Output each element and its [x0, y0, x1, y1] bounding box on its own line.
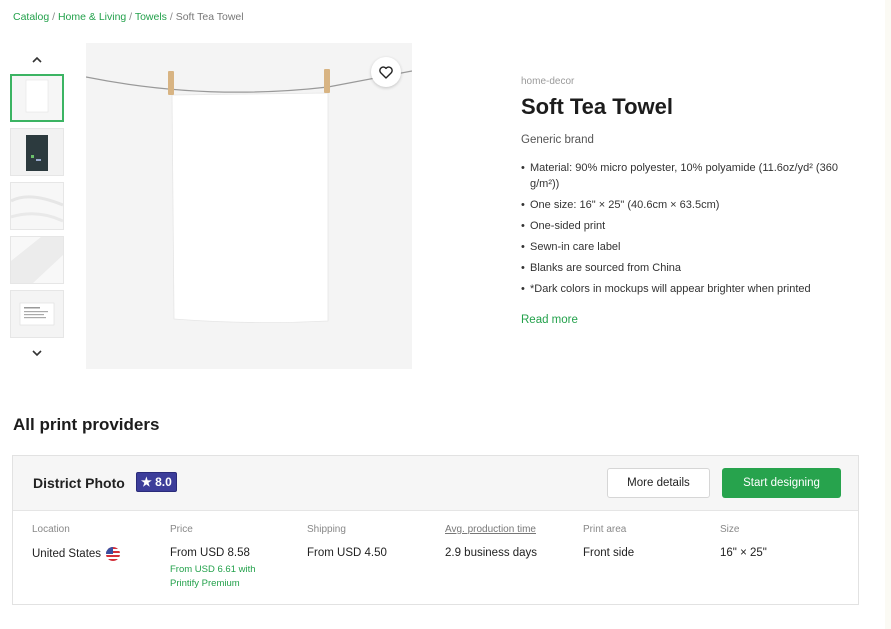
thumbnail-list	[10, 74, 65, 344]
main-product-image	[86, 43, 412, 369]
size-label: Size	[720, 524, 740, 535]
chevron-up-icon	[32, 56, 42, 63]
breadcrumb-home-living[interactable]: Home & Living	[58, 11, 126, 23]
premium-price: From USD 6.61 with Printify Premium	[170, 564, 256, 589]
thumbnail-5[interactable]	[10, 290, 64, 338]
location-column: Location United States	[32, 524, 121, 561]
production-time-label[interactable]: Avg. production time	[445, 524, 537, 535]
chevron-down-icon	[32, 349, 42, 356]
location-value: United States	[32, 548, 102, 560]
list-item: Material: 90% micro polyester, 10% polya…	[521, 160, 861, 192]
thumbnail-2[interactable]	[10, 128, 64, 176]
shipping-value: From USD 4.50	[307, 547, 387, 559]
print-area-column: Print area Front side	[583, 524, 634, 559]
breadcrumb-separator: /	[52, 11, 56, 23]
product-category: home-decor	[521, 76, 575, 87]
product-title: Soft Tea Towel	[521, 94, 673, 119]
read-more-link[interactable]: Read more	[521, 314, 578, 326]
list-item: Sewn-in care label	[521, 239, 861, 255]
size-value: 16" × 25"	[720, 547, 767, 559]
price-value: From USD 8.58	[170, 547, 250, 559]
list-item: Blanks are sourced from China	[521, 260, 861, 276]
price-label: Price	[170, 524, 193, 535]
breadcrumb-catalog[interactable]: Catalog	[13, 11, 49, 23]
thumbnail-down-button[interactable]	[31, 347, 43, 359]
list-item: One-sided print	[521, 218, 861, 234]
size-column: Size 16" × 25"	[720, 524, 767, 559]
breadcrumb-separator: /	[169, 11, 173, 23]
page: Catalog / Home & Living / Towels / Soft …	[0, 0, 885, 629]
thumbnail-3[interactable]	[10, 182, 64, 230]
production-time-value: 2.9 business days	[445, 547, 538, 559]
product-info: home-decor Soft Tea Towel Generic brand …	[521, 76, 861, 328]
more-details-button[interactable]: More details	[607, 468, 710, 498]
production-column: Avg. production time 2.9 business days	[445, 524, 537, 559]
rating-badge: ★ 8.0	[136, 472, 177, 492]
start-designing-button[interactable]: Start designing	[722, 468, 841, 498]
heart-icon	[379, 65, 393, 79]
breadcrumb: Catalog / Home & Living / Towels / Soft …	[13, 11, 244, 23]
thumbnail-up-button[interactable]	[31, 53, 43, 65]
product-brand: Generic brand	[521, 134, 594, 146]
providers-title: All print providers	[13, 415, 160, 434]
favorite-button[interactable]	[371, 57, 401, 87]
price-column: Price From USD 8.58 From USD 6.61 with P…	[170, 524, 270, 591]
thumbnail-1[interactable]	[10, 74, 64, 122]
location-label: Location	[32, 524, 70, 535]
shipping-column: Shipping From USD 4.50	[307, 524, 387, 559]
provider-header: District Photo ★ 8.0 More details Start …	[13, 456, 858, 511]
print-area-label: Print area	[583, 524, 627, 535]
thumbnail-4[interactable]	[10, 236, 64, 284]
us-flag-icon	[106, 547, 121, 561]
list-item: One size: 16" × 25" (40.6cm × 63.5cm)	[521, 197, 861, 213]
breadcrumb-towels[interactable]: Towels	[135, 11, 167, 23]
list-item: *Dark colors in mockups will appear brig…	[521, 281, 861, 297]
print-area-value: Front side	[583, 547, 635, 559]
provider-card: District Photo ★ 8.0 More details Start …	[12, 455, 859, 605]
breadcrumb-separator: /	[129, 11, 133, 23]
feature-list: Material: 90% micro polyester, 10% polya…	[521, 160, 861, 297]
provider-name: District Photo	[33, 475, 125, 491]
breadcrumb-current: Soft Tea Towel	[175, 11, 244, 23]
shipping-label: Shipping	[307, 524, 346, 535]
